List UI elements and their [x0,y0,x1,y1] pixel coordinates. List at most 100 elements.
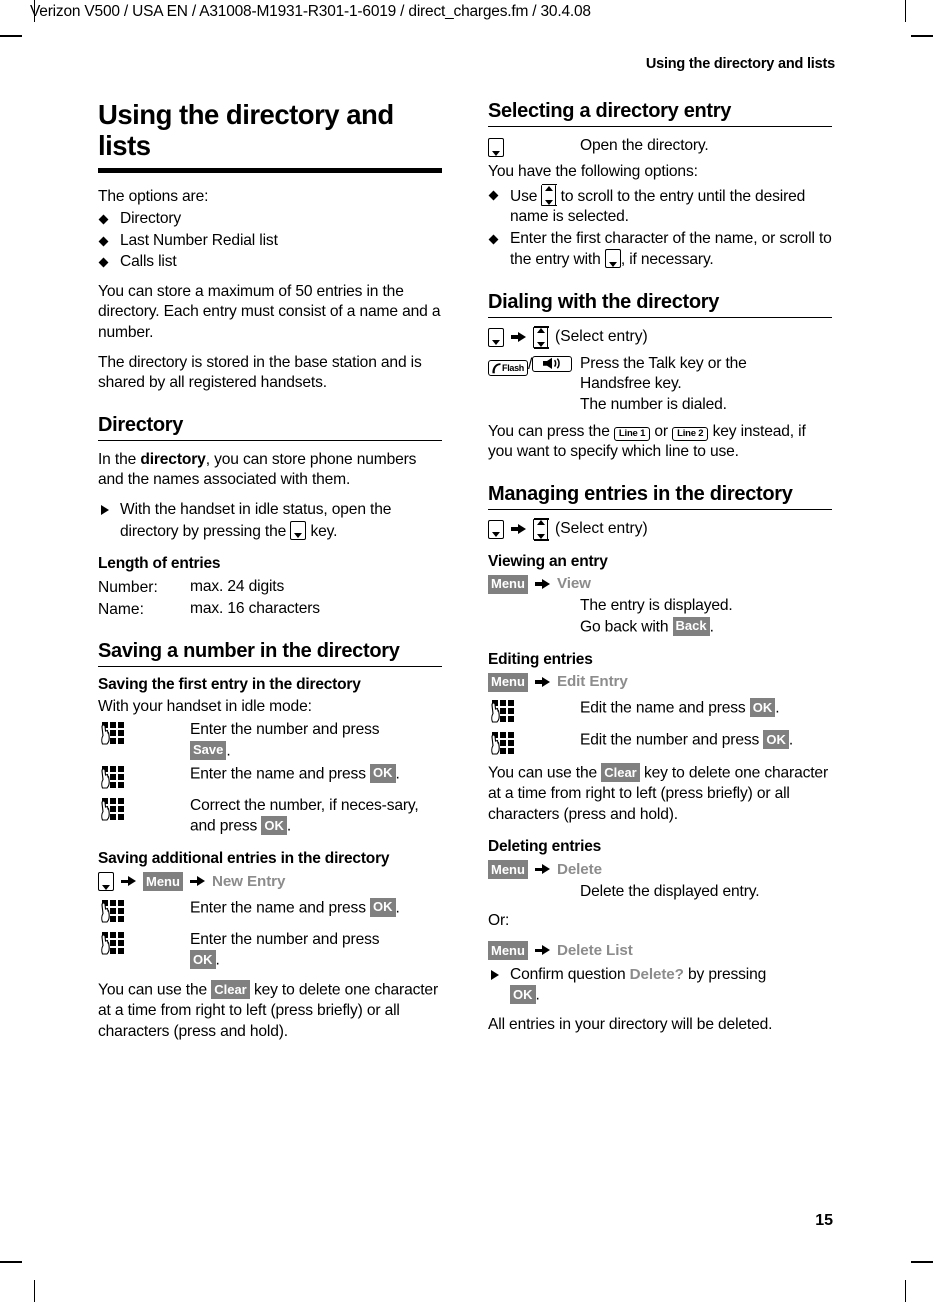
keypad-icon-svg [101,765,124,789]
section-rule [98,439,442,441]
directory-key-wrap [488,136,580,158]
delete-result-text: Delete the displayed entry. [580,882,760,900]
section-rule [488,508,832,510]
step-additional-enter-name-text: Enter the name and press OK. [190,897,442,919]
step-enter-name: Enter the name and press OK. [98,763,442,794]
crop-mark-right-lower [911,1261,933,1263]
step-edit-number-text: Edit the number and press OK. [580,730,832,751]
list-item: Use to scroll to the entry until the des… [488,183,832,228]
keypad-entry-icon-wrap [98,930,190,960]
talk-step-line1: Press the Talk key or the [580,354,747,372]
step-edit-name-text: Edit the name and press OK. [580,698,832,719]
period: . [215,951,220,969]
menu-item-delete-list[interactable]: Delete List [557,941,633,961]
keypad-entry-icon-wrap [98,796,190,826]
up-down-scroll-key-icon[interactable] [541,183,558,207]
view-line2-a: Go back with [580,618,669,636]
softkey-menu[interactable]: Menu [143,872,183,892]
talk-flash-key-icon[interactable]: Flash [488,359,529,376]
menu-item-view[interactable]: View [557,574,591,594]
crop-mark-left-upper [0,35,22,37]
right-arrow-icon [534,945,550,957]
length-label-name: Name: [98,601,144,619]
up-down-scroll-key-icon[interactable] [533,517,549,541]
section-rule [488,126,832,127]
select-entry-hint: (Select entry) [555,328,648,346]
directory-open-steps: With the handset in idle status, open th… [98,500,442,542]
menu-item-new-entry[interactable]: New Entry [212,872,285,892]
step-enter-name-text: Enter the name and press OK. [190,763,442,785]
right-column: Selecting a directory entry Open the dir… [488,100,832,1045]
step-edit-number: Edit the number and press OK. [488,730,832,760]
softkey-ok[interactable]: OK [261,816,287,836]
path-view: Menu View [488,574,832,594]
directory-intro: In the directory, you can store phone nu… [98,450,442,491]
length-value-name: max. 16 characters [190,600,320,618]
softkey-clear[interactable]: Clear [211,980,250,1000]
path-delete: Menu Delete [488,860,832,880]
keypad-icon-svg [101,931,124,955]
softkey-clear[interactable]: Clear [601,763,640,783]
options-list: Directory Last Number Redial list Calls … [98,209,442,273]
right-arrow-icon [121,876,136,888]
right-arrow-icon [534,864,550,876]
softkey-ok[interactable]: OK [190,950,216,970]
softkey-menu[interactable]: Menu [488,574,528,594]
all-entries-deleted-note: All entries in your directory will be de… [488,1016,773,1034]
step-text: Enter the name and press [190,899,366,917]
flash-label: Flash [502,362,525,373]
softkey-menu[interactable]: Menu [488,860,528,880]
softkey-ok[interactable]: OK [370,897,396,917]
step-additional-enter-number: Enter the number and press OK. [98,930,442,972]
softkey-ok[interactable]: OK [510,985,536,1005]
list-item: Confirm question Delete? by pressing OK. [488,965,832,1007]
softkey-menu[interactable]: Menu [488,941,528,961]
talk-step-text: Press the Talk key or the Handsfree key.… [580,354,832,416]
menu-item-edit-entry[interactable]: Edit Entry [557,672,628,692]
speaker-glyph [543,358,561,370]
menu-item-delete[interactable]: Delete [557,860,602,880]
keypad-entry-icon [98,722,129,750]
page-number: 15 [815,1212,833,1229]
directory-down-key-icon[interactable] [98,872,114,892]
softkey-save[interactable]: Save [190,740,227,760]
keypad-icon-svg [491,700,514,723]
crop-mark-left-lower [0,1261,22,1263]
step-text: Enter the number and press [190,930,380,948]
keypad-entry-icon-wrap [98,764,190,794]
softkey-menu[interactable]: Menu [488,672,528,692]
talk-handsfree-keys-wrap: Flash / [488,354,580,376]
file-identification-line: Verizon V500 / USA EN / A31008-M1931-R30… [30,3,591,20]
softkey-back[interactable]: Back [672,616,710,636]
directory-down-key-icon[interactable] [604,249,621,269]
handsfree-speaker-key-icon[interactable] [532,355,573,372]
line-note-or: or [654,422,668,440]
step-correct-number: Correct the number, if neces-sary, and p… [98,796,442,838]
scroll-up-triangle [544,185,553,191]
list-item: Directory [98,209,442,230]
selecting-options-list: Use to scroll to the entry until the des… [488,183,832,271]
shared-paragraph: The directory is stored in the base stat… [98,353,422,392]
list-item: Calls list [98,252,442,273]
softkey-ok[interactable]: OK [763,730,789,750]
chapter-rule [98,167,442,173]
line-1-key[interactable]: Line 1 [613,426,651,442]
keypad-entry-icon-wrap [488,730,580,760]
keypad-entry-icon [488,732,519,760]
or-label: Or: [488,912,510,930]
softkey-ok[interactable]: OK [749,698,776,718]
directory-down-key-icon[interactable] [488,138,504,157]
directory-down-key-icon[interactable] [488,519,504,539]
step-additional-enter-number-text: Enter the number and press OK. [190,930,442,972]
step-open-directory: Open the directory. [488,136,832,158]
line-2-key[interactable]: Line 2 [672,426,709,442]
section-heading-directory: Directory [98,413,184,436]
period: . [535,986,540,1004]
keypad-entry-icon-wrap [98,720,190,750]
section-heading-saving-number: Saving a number in the directory [98,639,400,662]
softkey-ok[interactable]: OK [370,763,396,783]
up-down-scroll-key-icon[interactable] [533,325,549,349]
keypad-entry-icon [98,765,129,794]
directory-intro-bold: directory [140,450,206,468]
directory-down-key-icon[interactable] [488,327,504,347]
